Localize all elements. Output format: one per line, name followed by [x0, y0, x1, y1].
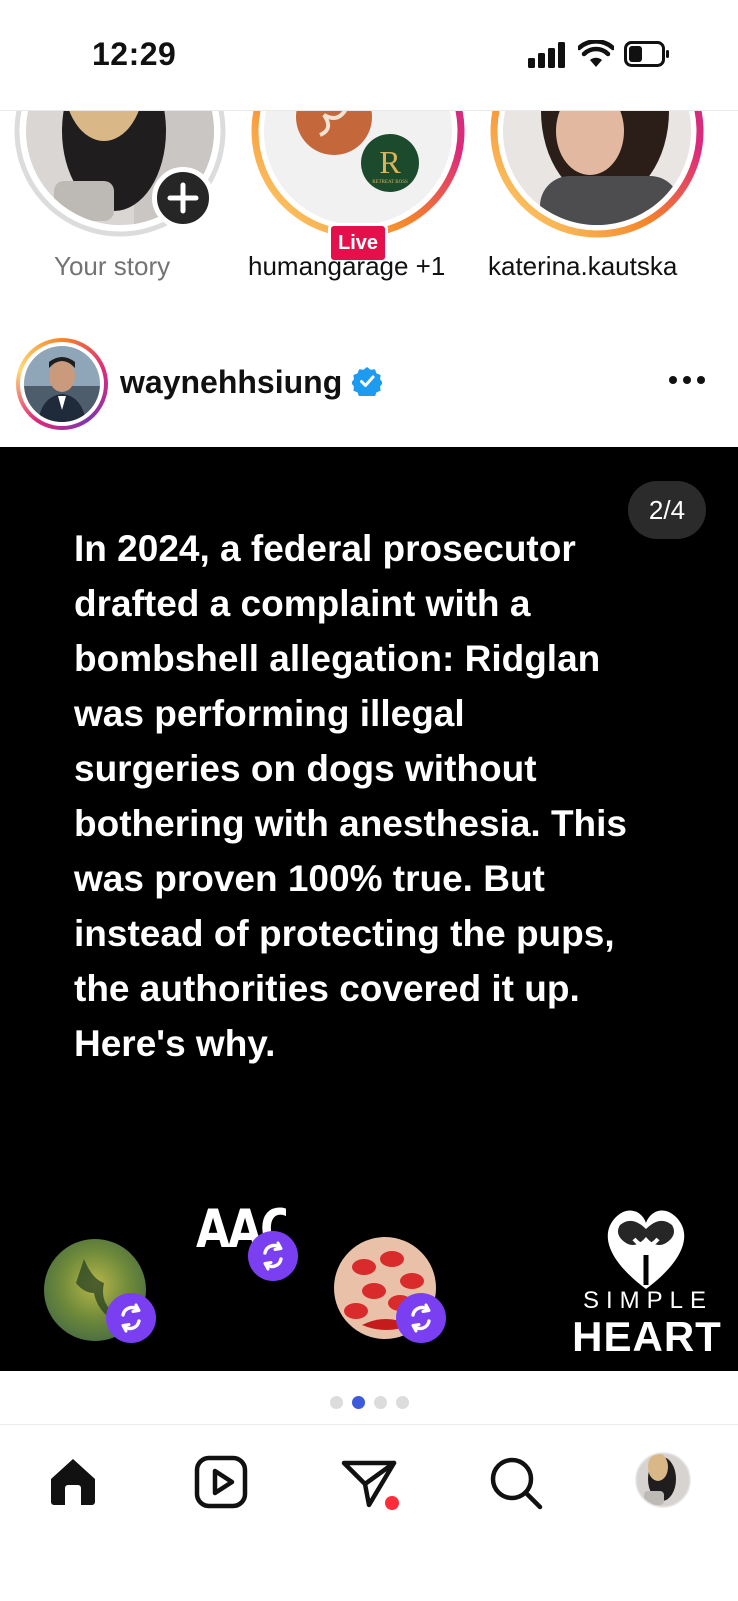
story-your-story[interactable]: Your story — [14, 111, 226, 316]
story-label: Your story — [54, 251, 171, 281]
search-icon[interactable] — [488, 1455, 544, 1511]
story-humangarage[interactable]: R RETREAT BOSS Live humangarage +1 — [244, 111, 474, 316]
repost-icon — [106, 1293, 156, 1343]
notification-dot — [385, 1496, 399, 1510]
profile-avatar[interactable] — [634, 1451, 692, 1509]
stories-tray: Your story R RETREAT BOSS Live humangara… — [0, 111, 738, 316]
battery-icon — [624, 41, 669, 67]
reels-icon[interactable] — [194, 1455, 248, 1509]
repost-icon — [248, 1231, 298, 1281]
author-avatar-image — [24, 346, 100, 422]
direct-messages-icon[interactable] — [340, 1455, 402, 1517]
r-logo-subtext: RETREAT BOSS — [372, 180, 408, 185]
story-katerina-kautska[interactable]: katerina.kautska — [488, 111, 730, 316]
verified-badge-icon — [352, 367, 382, 396]
author-username[interactable]: waynehhsiung — [120, 364, 342, 401]
repost-arrows-icon — [121, 1303, 141, 1333]
carousel-indicator — [0, 1396, 738, 1410]
cellular-signal-icon — [528, 42, 565, 68]
repost-icon — [396, 1293, 446, 1343]
story-label: katerina.kautska — [488, 251, 678, 281]
repost-arrows-icon — [263, 1241, 283, 1271]
more-options-icon[interactable] — [668, 374, 706, 386]
simple-heart-logo-line2: HEART — [572, 1313, 722, 1360]
add-story-button[interactable] — [152, 167, 214, 229]
post-image-text: In 2024, a federal prosecutor drafted a … — [74, 528, 628, 1064]
story-label: humangarage +1 — [248, 251, 446, 281]
plus-icon — [167, 182, 199, 214]
story-avatar — [490, 111, 704, 238]
wifi-icon — [578, 40, 614, 67]
carousel-dot — [373, 1396, 387, 1409]
carousel-dot — [395, 1396, 409, 1409]
carousel-dot — [329, 1396, 343, 1409]
r-logo-letter: R — [379, 144, 401, 180]
carousel-dot-active — [351, 1396, 365, 1409]
simple-heart-logo-icon — [607, 1210, 685, 1289]
status-bar: 12:29 — [0, 0, 738, 111]
bottom-navigation — [0, 1424, 738, 1601]
carousel-counter: 2/4 — [628, 481, 706, 539]
status-time: 12:29 — [92, 36, 177, 72]
repost-arrows-icon — [411, 1303, 431, 1333]
author-avatar[interactable] — [16, 338, 108, 430]
post-media[interactable]: 2/4 In 2024, a federal prosecutor drafte… — [0, 447, 738, 1371]
simple-heart-logo-line1: SIMPLE — [582, 1287, 714, 1314]
post-header: waynehhsiung — [0, 338, 738, 438]
home-icon[interactable] — [46, 1455, 100, 1509]
